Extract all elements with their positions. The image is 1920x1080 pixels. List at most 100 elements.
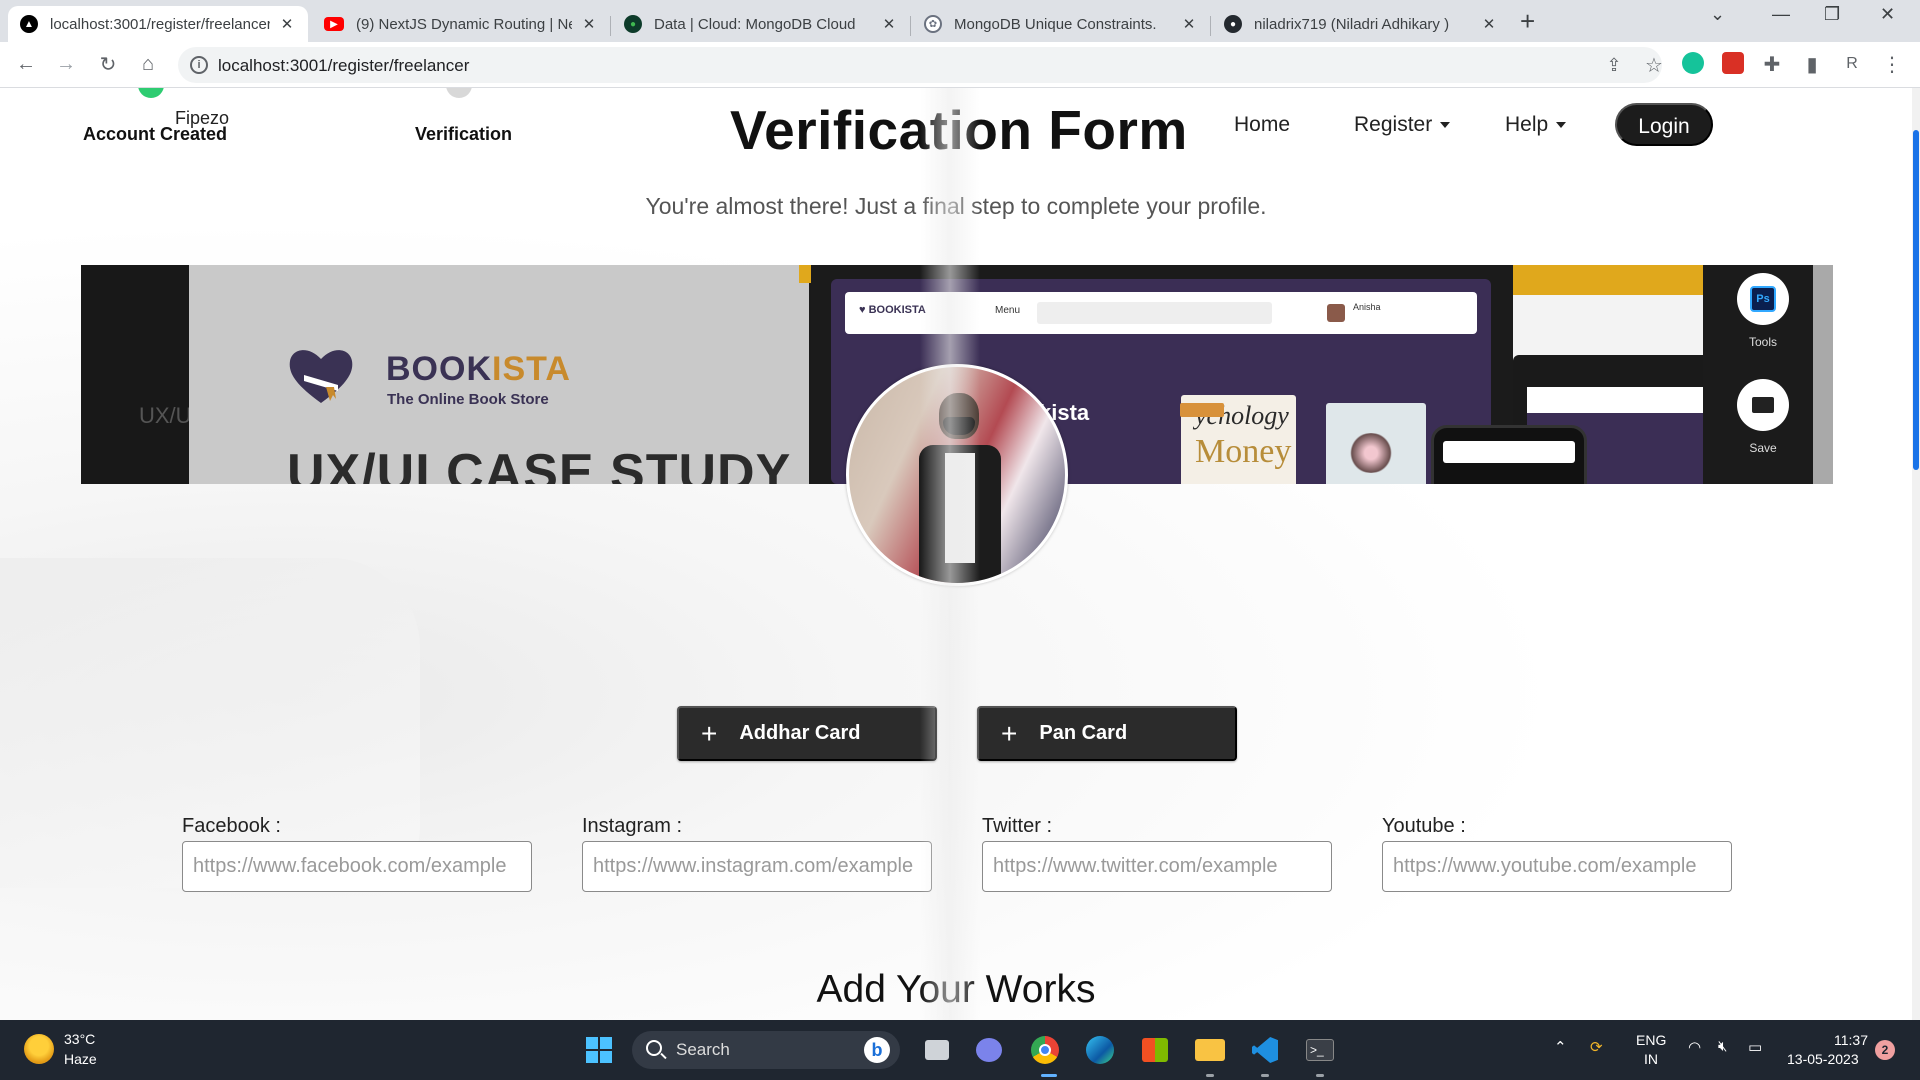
sync-icon[interactable]: ⟳ [1590, 1038, 1603, 1056]
close-window-icon[interactable]: ✕ [1880, 4, 1895, 25]
nav-help[interactable]: Help [1505, 113, 1567, 137]
close-icon[interactable]: ✕ [1480, 15, 1498, 33]
profile-avatar[interactable]: R [1838, 50, 1866, 78]
nav-home[interactable]: Home [1234, 113, 1290, 137]
taskbar-search[interactable]: Search b [632, 1031, 900, 1069]
windows-start-icon[interactable] [580, 1031, 618, 1069]
clock-time[interactable]: 11:37 [1816, 1032, 1868, 1048]
chrome-icon[interactable] [1026, 1031, 1064, 1069]
tab-separator [610, 16, 611, 36]
url-text[interactable]: localhost:3001/register/freelancer [218, 56, 469, 76]
tab-search-icon[interactable]: ⌄ [1710, 4, 1725, 25]
tab-mongodb[interactable]: ● Data | Cloud: MongoDB Cloud ✕ [612, 6, 910, 42]
scrollbar-thumb[interactable] [1913, 130, 1919, 470]
banner-tagline: The Online Book Store [387, 391, 549, 408]
avatar-head [939, 393, 979, 439]
tab-youtube[interactable]: ▶ (9) NextJS Dynamic Routing | Ne ✕ [312, 6, 610, 42]
volume-muted-icon[interactable]: 🔇︎ [1718, 1038, 1727, 1055]
extensions-puzzle-icon[interactable]: ✚ [1758, 50, 1786, 78]
instagram-url-input[interactable] [582, 841, 932, 892]
youtube-url-input[interactable] [1382, 841, 1732, 892]
extension-red-icon[interactable] [1722, 52, 1744, 74]
page-scrollbar[interactable] [1912, 88, 1920, 1020]
tab-title: MongoDB Unique Constraints. [954, 15, 1157, 33]
mongodb-icon: ● [624, 15, 642, 33]
page-subtitle: You're almost there! Just a final step t… [645, 193, 1267, 219]
tab-separator [1210, 16, 1211, 36]
chrome-menu-icon[interactable]: ⋮ [1878, 50, 1906, 78]
address-bar[interactable]: i localhost:3001/register/freelancer ⇪ ☆ [178, 47, 1663, 83]
teams-chat-icon[interactable] [970, 1031, 1008, 1069]
tab-title: localhost:3001/register/freelancer [50, 15, 270, 33]
chevron-up-icon[interactable]: ⌃ [1554, 1038, 1567, 1056]
bookista-heart-logo-icon [289, 350, 353, 403]
wifi-icon[interactable]: ◠ [1688, 1038, 1701, 1056]
nav-register-label: Register [1354, 113, 1433, 136]
minimize-icon[interactable]: — [1772, 4, 1790, 25]
home-icon[interactable]: ⌂ [134, 50, 162, 78]
close-icon[interactable]: ✕ [880, 15, 898, 33]
restore-icon[interactable]: ❐ [1824, 4, 1840, 25]
add-aadhar-card-button[interactable]: + Addhar Card [677, 706, 937, 761]
weather-sun-icon[interactable] [24, 1034, 54, 1064]
running-indicator [1316, 1074, 1324, 1077]
add-works-heading: Add Your Works [816, 968, 1096, 1011]
close-icon[interactable]: ✕ [278, 15, 296, 33]
new-tab-button[interactable]: + [1520, 6, 1535, 36]
banner-left-panel: UX/UI [81, 265, 198, 484]
vscode-icon[interactable] [1246, 1031, 1284, 1069]
clock-date[interactable]: 13-05-2023 [1787, 1051, 1859, 1067]
add-pan-card-button[interactable]: + Pan Card [977, 706, 1237, 761]
caret-down-icon [1440, 122, 1451, 129]
chatgpt-icon: ✿ [924, 15, 942, 33]
avatar-body [919, 445, 1001, 583]
region-indicator[interactable]: IN [1644, 1051, 1658, 1067]
language-indicator[interactable]: ENG [1636, 1032, 1666, 1048]
battery-icon[interactable]: ▭ [1748, 1038, 1762, 1056]
step-label-verification: Verification [415, 124, 513, 144]
grammarly-icon[interactable] [1682, 52, 1704, 74]
banner-right-bar [1527, 387, 1707, 413]
tool-label-save: Save [1749, 441, 1777, 455]
banner-phone-bar [1443, 441, 1575, 463]
tab-chatgpt[interactable]: ✿ MongoDB Unique Constraints. ✕ [912, 6, 1210, 42]
banner-search-field [1037, 302, 1272, 324]
terminal-icon[interactable]: >_ [1301, 1031, 1339, 1069]
close-icon[interactable]: ✕ [1180, 15, 1198, 33]
avatar-shirt [945, 453, 975, 563]
tool-photoshop-button: Ps [1737, 273, 1789, 325]
taskbar-search-label: Search [676, 1040, 730, 1059]
facebook-url-input[interactable] [182, 841, 532, 892]
bing-icon[interactable]: b [864, 1037, 890, 1063]
notification-badge[interactable]: 2 [1875, 1040, 1895, 1060]
tab-localhost[interactable]: ▲ localhost:3001/register/freelancer ✕ [8, 6, 308, 42]
page-content: Fipezo Account Created Verification Veri… [0, 88, 1920, 1020]
microsoft-store-icon[interactable] [1136, 1031, 1174, 1069]
banner-book-tag [1180, 403, 1224, 417]
weather-temp[interactable]: 33°C [64, 1031, 95, 1047]
close-icon[interactable]: ✕ [580, 15, 598, 33]
edge-icon[interactable] [1081, 1031, 1119, 1069]
bookmark-star-icon[interactable]: ☆ [1640, 51, 1668, 79]
file-explorer-icon[interactable] [1191, 1031, 1229, 1069]
nav-register[interactable]: Register [1354, 113, 1451, 137]
login-button[interactable]: Login [1615, 103, 1713, 146]
folder-icon [1752, 397, 1774, 413]
share-icon[interactable]: ⇪ [1600, 51, 1628, 79]
side-panel-icon[interactable]: ▮ [1798, 50, 1826, 78]
photoshop-icon: Ps [1750, 286, 1776, 312]
reload-icon[interactable]: ↻ [94, 50, 122, 78]
tab-github[interactable]: ● niladrix719 (Niladri Adhikary ) ✕ [1212, 6, 1510, 42]
step-pending-icon [446, 88, 472, 98]
youtube-icon: ▶ [324, 17, 344, 31]
twitter-url-input[interactable] [982, 841, 1332, 892]
caret-down-icon [1556, 122, 1567, 129]
running-indicator [1261, 1074, 1269, 1077]
weather-condition[interactable]: Haze [64, 1051, 97, 1067]
back-icon[interactable]: ← [12, 50, 40, 78]
banner-mini-logo: ♥ BOOKISTA [859, 304, 926, 316]
task-view-icon[interactable] [918, 1031, 956, 1069]
profile-avatar-image[interactable] [846, 364, 1068, 586]
site-info-icon[interactable]: i [190, 56, 208, 74]
forward-icon[interactable]: → [52, 50, 80, 78]
